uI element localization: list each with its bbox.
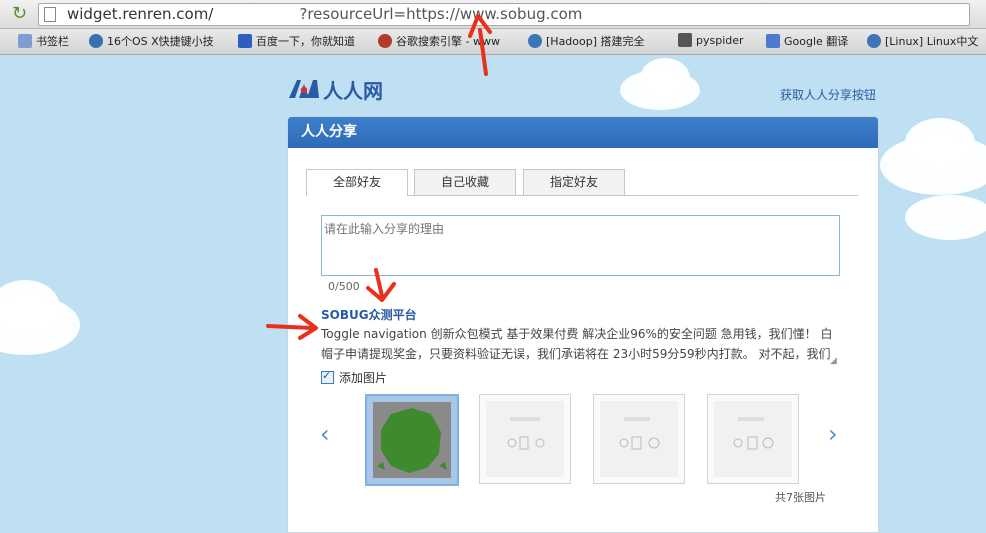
red-arrow-annotation bbox=[468, 14, 492, 76]
cloud-decoration bbox=[905, 118, 975, 168]
share-description[interactable]: Toggle navigation 创新众包模式 基于效果付费 解决企业96%的… bbox=[321, 324, 837, 364]
m-logo-icon bbox=[89, 34, 103, 48]
bookmark-item[interactable]: 16个OS X快捷键小技 bbox=[89, 33, 214, 49]
diagram-image bbox=[714, 401, 792, 477]
resize-handle[interactable]: ◢ bbox=[830, 356, 837, 366]
tab-specific-friends[interactable]: 指定好友 bbox=[523, 169, 625, 195]
bookmark-item[interactable]: pyspider bbox=[678, 33, 744, 47]
image-thumbnail[interactable] bbox=[593, 394, 685, 484]
add-image-checkbox[interactable]: 添加图片 bbox=[321, 369, 387, 386]
bookmark-item[interactable]: [Hadoop] 搭建完全 bbox=[528, 33, 645, 49]
image-count: 共7张图片 bbox=[775, 491, 826, 504]
bug-icon bbox=[378, 34, 392, 48]
get-share-button-link[interactable]: 获取人人分享按钮 bbox=[780, 86, 876, 103]
url-text: widget.renren.com/ ?resourceUrl=https://w… bbox=[67, 5, 582, 23]
folder-icon bbox=[18, 34, 32, 48]
chevron-left-icon[interactable]: ‹ bbox=[320, 420, 330, 448]
chevron-right-icon[interactable]: › bbox=[828, 420, 838, 448]
url-host: widget.renren.com/ bbox=[67, 5, 214, 23]
cloud-decoration bbox=[905, 195, 986, 240]
tab-all-friends[interactable]: 全部好友 bbox=[306, 169, 408, 196]
checkbox-checked-icon[interactable] bbox=[321, 369, 334, 384]
share-panel: 人人分享 全部好友 自己收藏 指定好友 0/500 SOBUG众测平台 Togg… bbox=[287, 116, 879, 533]
share-title-link[interactable]: SOBUG众测平台 bbox=[321, 306, 417, 323]
paw-icon bbox=[238, 34, 252, 48]
bookmark-item[interactable]: Google 翻译 bbox=[766, 33, 848, 49]
share-reason-input[interactable] bbox=[321, 215, 840, 276]
globe-icon bbox=[867, 34, 881, 48]
address-bar[interactable]: widget.renren.com/ ?resourceUrl=https://w… bbox=[38, 3, 970, 26]
cloud-decoration bbox=[640, 58, 690, 98]
bookmark-item[interactable]: 百度一下，你就知道 bbox=[238, 33, 355, 49]
globe-icon bbox=[528, 34, 542, 48]
diagram-image bbox=[600, 401, 678, 477]
bookmark-item[interactable]: [Linux] Linux中文 bbox=[867, 33, 978, 49]
page-icon bbox=[44, 7, 56, 22]
panel-title: 人人分享 bbox=[288, 117, 878, 148]
bookmark-item[interactable]: 书签栏 bbox=[18, 33, 69, 49]
char-counter: 0/500 bbox=[328, 280, 360, 293]
green-polygon-image bbox=[373, 402, 451, 478]
image-thumbnail[interactable] bbox=[365, 394, 459, 486]
image-thumbnail[interactable] bbox=[479, 394, 571, 484]
renren-logo-icon bbox=[289, 80, 319, 98]
tab-own-collection[interactable]: 自己收藏 bbox=[414, 169, 516, 195]
image-thumbnail[interactable] bbox=[707, 394, 799, 484]
reload-icon[interactable]: ↻ bbox=[12, 3, 27, 24]
audience-tabs: 全部好友 自己收藏 指定好友 bbox=[306, 169, 858, 196]
red-arrow-annotation bbox=[366, 268, 396, 302]
grid-icon bbox=[678, 33, 692, 47]
diagram-image bbox=[486, 401, 564, 477]
url-query: ?resourceUrl=https://www.sobug.com bbox=[299, 5, 583, 23]
red-arrow-annotation bbox=[266, 314, 318, 340]
translate-icon bbox=[766, 34, 780, 48]
logo-text: 人人网 bbox=[323, 79, 383, 103]
